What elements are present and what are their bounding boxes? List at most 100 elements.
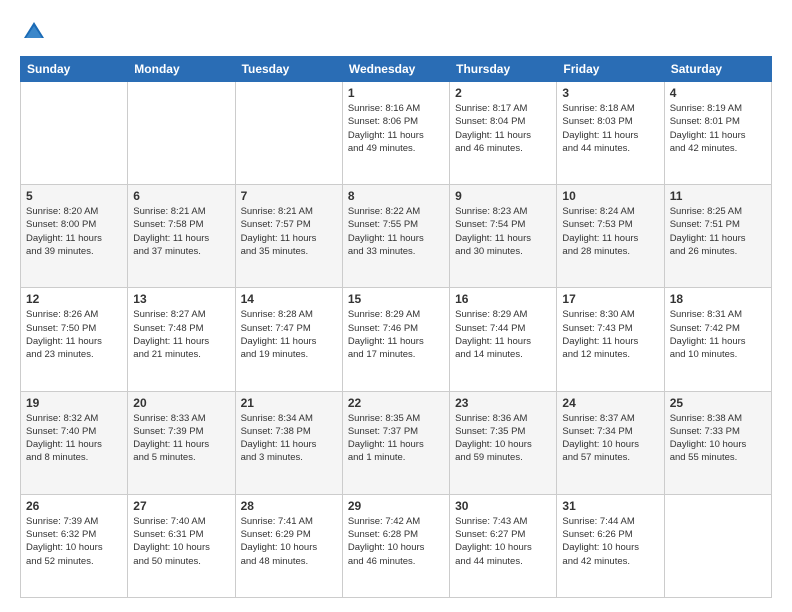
day-number: 2 [455,86,551,100]
weekday-header-monday: Monday [128,57,235,82]
day-number: 4 [670,86,766,100]
calendar-cell: 7 Sunrise: 8:21 AM Sunset: 7:57 PM Daylig… [235,185,342,288]
calendar-cell: 16Sunrise: 8:29 AM Sunset: 7:44 PM Dayli… [450,288,557,391]
calendar-cell: 17 Sunrise: 8:30 AM Sunset: 7:43 PM Dayli… [557,288,664,391]
day-info: Sunrise: 8:26 AM Sunset: 7:50 PM Dayligh… [26,308,122,361]
calendar-cell: 13 Sunrise: 8:27 AM Sunset: 7:48 PM Dayli… [128,288,235,391]
day-number: 20 [133,396,229,410]
calendar-cell: 5 Sunrise: 8:20 AM Sunset: 8:00 PM Daylig… [21,185,128,288]
day-info: Sunrise: 8:28 AM Sunset: 7:47 PM Dayligh… [241,308,337,361]
day-info: Sunrise: 8:25 AM Sunset: 7:51 PM Dayligh… [670,205,766,258]
weekday-header-saturday: Saturday [664,57,771,82]
logo-icon [20,18,48,46]
day-info: Sunrise: 8:38 AM Sunset: 7:33 PM Dayligh… [670,412,766,465]
calendar-cell [235,82,342,185]
day-number: 24 [562,396,658,410]
day-info: Sunrise: 8:29 AM Sunset: 7:46 PM Dayligh… [348,308,444,361]
day-info: Sunrise: 8:36 AM Sunset: 7:35 PM Dayligh… [455,412,551,465]
calendar-week-row: 19 Sunrise: 8:32 AM Sunset: 7:40 PM Dayli… [21,391,772,494]
day-number: 9 [455,189,551,203]
day-number: 7 [241,189,337,203]
calendar-cell [664,494,771,597]
weekday-header-wednesday: Wednesday [342,57,449,82]
day-info: Sunrise: 8:32 AM Sunset: 7:40 PM Dayligh… [26,412,122,465]
day-info: Sunrise: 8:22 AM Sunset: 7:55 PM Dayligh… [348,205,444,258]
day-number: 6 [133,189,229,203]
day-info: Sunrise: 8:17 AM Sunset: 8:04 PM Dayligh… [455,102,551,155]
day-number: 17 [562,292,658,306]
calendar-cell: 27Sunrise: 7:40 AM Sunset: 6:31 PM Dayli… [128,494,235,597]
calendar-week-row: 1Sunrise: 8:16 AM Sunset: 8:06 PM Daylig… [21,82,772,185]
calendar-week-row: 5 Sunrise: 8:20 AM Sunset: 8:00 PM Daylig… [21,185,772,288]
day-number: 8 [348,189,444,203]
day-number: 29 [348,499,444,513]
calendar-cell: 8 Sunrise: 8:22 AM Sunset: 7:55 PM Daylig… [342,185,449,288]
calendar-cell: 12 Sunrise: 8:26 AM Sunset: 7:50 PM Dayli… [21,288,128,391]
day-number: 19 [26,396,122,410]
day-info: Sunrise: 7:42 AM Sunset: 6:28 PM Dayligh… [348,515,444,568]
calendar-table: SundayMondayTuesdayWednesdayThursdayFrid… [20,56,772,598]
calendar-cell: 11 Sunrise: 8:25 AM Sunset: 7:51 PM Dayli… [664,185,771,288]
calendar-cell: 20 Sunrise: 8:33 AM Sunset: 7:39 PM Dayli… [128,391,235,494]
calendar-week-row: 12 Sunrise: 8:26 AM Sunset: 7:50 PM Dayli… [21,288,772,391]
calendar-cell: 31Sunrise: 7:44 AM Sunset: 6:26 PM Dayli… [557,494,664,597]
day-number: 30 [455,499,551,513]
calendar-cell: 14 Sunrise: 8:28 AM Sunset: 7:47 PM Dayli… [235,288,342,391]
day-info: Sunrise: 8:34 AM Sunset: 7:38 PM Dayligh… [241,412,337,465]
calendar-cell: 30 Sunrise: 7:43 AM Sunset: 6:27 PM Dayli… [450,494,557,597]
day-number: 21 [241,396,337,410]
weekday-header-tuesday: Tuesday [235,57,342,82]
weekday-header-friday: Friday [557,57,664,82]
day-number: 13 [133,292,229,306]
calendar-cell: 4 Sunrise: 8:19 AM Sunset: 8:01 PM Daylig… [664,82,771,185]
day-number: 16 [455,292,551,306]
logo [20,18,52,46]
day-info: Sunrise: 7:41 AM Sunset: 6:29 PM Dayligh… [241,515,337,568]
day-number: 25 [670,396,766,410]
calendar-cell: 1Sunrise: 8:16 AM Sunset: 8:06 PM Daylig… [342,82,449,185]
day-info: Sunrise: 8:31 AM Sunset: 7:42 PM Dayligh… [670,308,766,361]
day-number: 11 [670,189,766,203]
day-info: Sunrise: 8:33 AM Sunset: 7:39 PM Dayligh… [133,412,229,465]
day-info: Sunrise: 8:19 AM Sunset: 8:01 PM Dayligh… [670,102,766,155]
calendar-cell: 18Sunrise: 8:31 AM Sunset: 7:42 PM Dayli… [664,288,771,391]
day-info: Sunrise: 8:24 AM Sunset: 7:53 PM Dayligh… [562,205,658,258]
day-number: 15 [348,292,444,306]
calendar-cell: 21 Sunrise: 8:34 AM Sunset: 7:38 PM Dayli… [235,391,342,494]
day-info: Sunrise: 8:21 AM Sunset: 7:57 PM Dayligh… [241,205,337,258]
calendar-cell: 29 Sunrise: 7:42 AM Sunset: 6:28 PM Dayli… [342,494,449,597]
calendar-cell: 6Sunrise: 8:21 AM Sunset: 7:58 PM Daylig… [128,185,235,288]
calendar-cell: 15 Sunrise: 8:29 AM Sunset: 7:46 PM Dayli… [342,288,449,391]
day-number: 26 [26,499,122,513]
day-info: Sunrise: 7:39 AM Sunset: 6:32 PM Dayligh… [26,515,122,568]
weekday-header-thursday: Thursday [450,57,557,82]
page: SundayMondayTuesdayWednesdayThursdayFrid… [0,0,792,612]
header [20,18,772,46]
day-number: 5 [26,189,122,203]
calendar-cell: 2 Sunrise: 8:17 AM Sunset: 8:04 PM Daylig… [450,82,557,185]
day-info: Sunrise: 8:20 AM Sunset: 8:00 PM Dayligh… [26,205,122,258]
weekday-header-row: SundayMondayTuesdayWednesdayThursdayFrid… [21,57,772,82]
day-number: 23 [455,396,551,410]
day-number: 12 [26,292,122,306]
day-info: Sunrise: 7:43 AM Sunset: 6:27 PM Dayligh… [455,515,551,568]
day-info: Sunrise: 8:18 AM Sunset: 8:03 PM Dayligh… [562,102,658,155]
day-number: 3 [562,86,658,100]
day-info: Sunrise: 7:40 AM Sunset: 6:31 PM Dayligh… [133,515,229,568]
calendar-cell: 22Sunrise: 8:35 AM Sunset: 7:37 PM Dayli… [342,391,449,494]
day-info: Sunrise: 8:37 AM Sunset: 7:34 PM Dayligh… [562,412,658,465]
day-number: 22 [348,396,444,410]
calendar-cell: 25 Sunrise: 8:38 AM Sunset: 7:33 PM Dayli… [664,391,771,494]
day-number: 14 [241,292,337,306]
day-info: Sunrise: 8:27 AM Sunset: 7:48 PM Dayligh… [133,308,229,361]
day-number: 10 [562,189,658,203]
calendar-cell: 19 Sunrise: 8:32 AM Sunset: 7:40 PM Dayli… [21,391,128,494]
calendar-week-row: 26 Sunrise: 7:39 AM Sunset: 6:32 PM Dayli… [21,494,772,597]
calendar-cell: 10 Sunrise: 8:24 AM Sunset: 7:53 PM Dayli… [557,185,664,288]
calendar-cell [128,82,235,185]
day-info: Sunrise: 7:44 AM Sunset: 6:26 PM Dayligh… [562,515,658,568]
calendar-cell [21,82,128,185]
day-info: Sunrise: 8:30 AM Sunset: 7:43 PM Dayligh… [562,308,658,361]
calendar-cell: 3 Sunrise: 8:18 AM Sunset: 8:03 PM Daylig… [557,82,664,185]
calendar-cell: 26 Sunrise: 7:39 AM Sunset: 6:32 PM Dayli… [21,494,128,597]
